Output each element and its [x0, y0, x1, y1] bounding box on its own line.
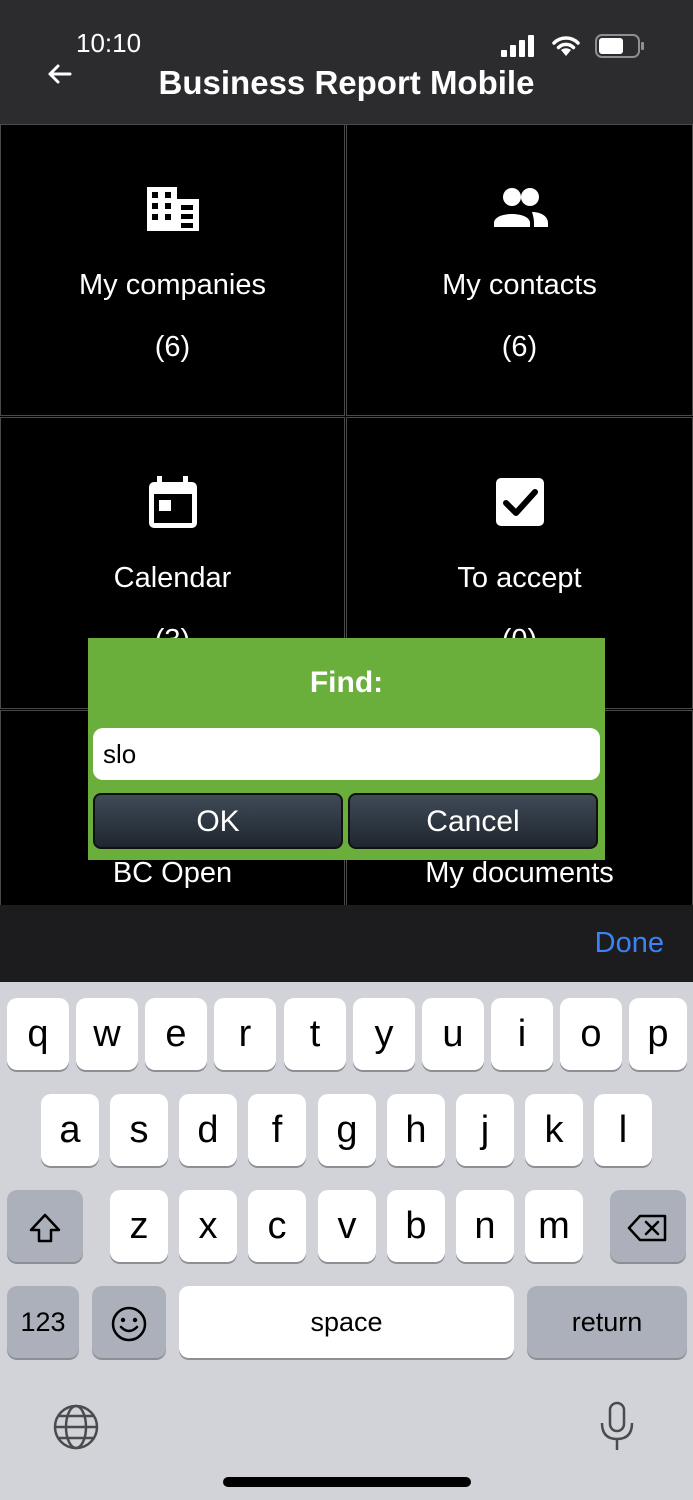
- globe-icon[interactable]: [52, 1403, 100, 1451]
- key-j[interactable]: j: [456, 1094, 514, 1166]
- key-d[interactable]: d: [179, 1094, 237, 1166]
- key-a[interactable]: a: [41, 1094, 99, 1166]
- tile-label: My contacts: [442, 269, 597, 301]
- numbers-key[interactable]: 123: [7, 1286, 79, 1358]
- tile-label: BC Open: [112, 857, 233, 889]
- key-v[interactable]: v: [318, 1190, 376, 1262]
- key-k[interactable]: k: [525, 1094, 583, 1166]
- find-dialog: Find: OK Cancel: [88, 638, 605, 860]
- key-g[interactable]: g: [318, 1094, 376, 1166]
- navigation-header: 10:10 Business Report Mobile: [0, 0, 693, 125]
- tile-label: My companies: [79, 269, 266, 301]
- checkbox-icon: [495, 478, 544, 526]
- tile-count: (6): [154, 331, 191, 363]
- emoji-icon: [111, 1306, 147, 1342]
- return-key[interactable]: return: [527, 1286, 687, 1358]
- home-indicator[interactable]: [223, 1477, 471, 1487]
- status-icons: [501, 34, 645, 58]
- key-n[interactable]: n: [456, 1190, 514, 1262]
- key-c[interactable]: c: [248, 1190, 306, 1262]
- shift-key[interactable]: [7, 1190, 83, 1262]
- key-t[interactable]: t: [284, 998, 346, 1070]
- key-l[interactable]: l: [594, 1094, 652, 1166]
- tile-count: (6): [501, 331, 538, 363]
- building-icon: [146, 187, 199, 231]
- emoji-key[interactable]: [92, 1286, 166, 1358]
- done-button[interactable]: Done: [595, 927, 664, 960]
- key-i[interactable]: i: [491, 998, 553, 1070]
- dialog-title: Find:: [309, 666, 384, 699]
- key-b[interactable]: b: [387, 1190, 445, 1262]
- tile-label: To accept: [457, 562, 582, 594]
- key-s[interactable]: s: [110, 1094, 168, 1166]
- key-f[interactable]: f: [248, 1094, 306, 1166]
- page-title: Business Report Mobile: [158, 64, 535, 101]
- key-x[interactable]: x: [179, 1190, 237, 1262]
- keyboard-accessory-bar: Done: [0, 905, 693, 982]
- key-p[interactable]: p: [629, 998, 687, 1070]
- microphone-icon[interactable]: [598, 1401, 636, 1453]
- battery-icon: [595, 34, 644, 58]
- status-time: 10:10: [76, 28, 142, 58]
- key-o[interactable]: o: [560, 998, 622, 1070]
- find-input[interactable]: [93, 728, 600, 780]
- key-w[interactable]: w: [76, 998, 138, 1070]
- key-y[interactable]: y: [353, 998, 415, 1070]
- tile-my-contacts[interactable]: My contacts (6): [346, 124, 693, 416]
- signal-icon: [501, 35, 534, 57]
- key-m[interactable]: m: [525, 1190, 583, 1262]
- key-r[interactable]: r: [214, 998, 276, 1070]
- people-icon: [493, 188, 548, 227]
- space-key[interactable]: space: [179, 1286, 514, 1358]
- cancel-button[interactable]: Cancel: [348, 793, 598, 849]
- delete-key[interactable]: [610, 1190, 686, 1262]
- tile-my-companies[interactable]: My companies (6): [0, 124, 345, 416]
- tile-label: Calendar: [113, 562, 232, 594]
- ok-button[interactable]: OK: [93, 793, 343, 849]
- key-q[interactable]: q: [7, 998, 69, 1070]
- key-h[interactable]: h: [387, 1094, 445, 1166]
- key-z[interactable]: z: [110, 1190, 168, 1262]
- key-e[interactable]: e: [145, 998, 207, 1070]
- calendar-icon: [148, 476, 197, 528]
- shift-icon: [29, 1213, 61, 1243]
- wifi-icon: [552, 36, 580, 56]
- tile-label: My documents: [425, 857, 614, 889]
- key-u[interactable]: u: [422, 998, 484, 1070]
- keyboard: q w e r t y u i o p a s d f g h j k l z …: [0, 982, 693, 1500]
- backspace-icon: [627, 1214, 667, 1242]
